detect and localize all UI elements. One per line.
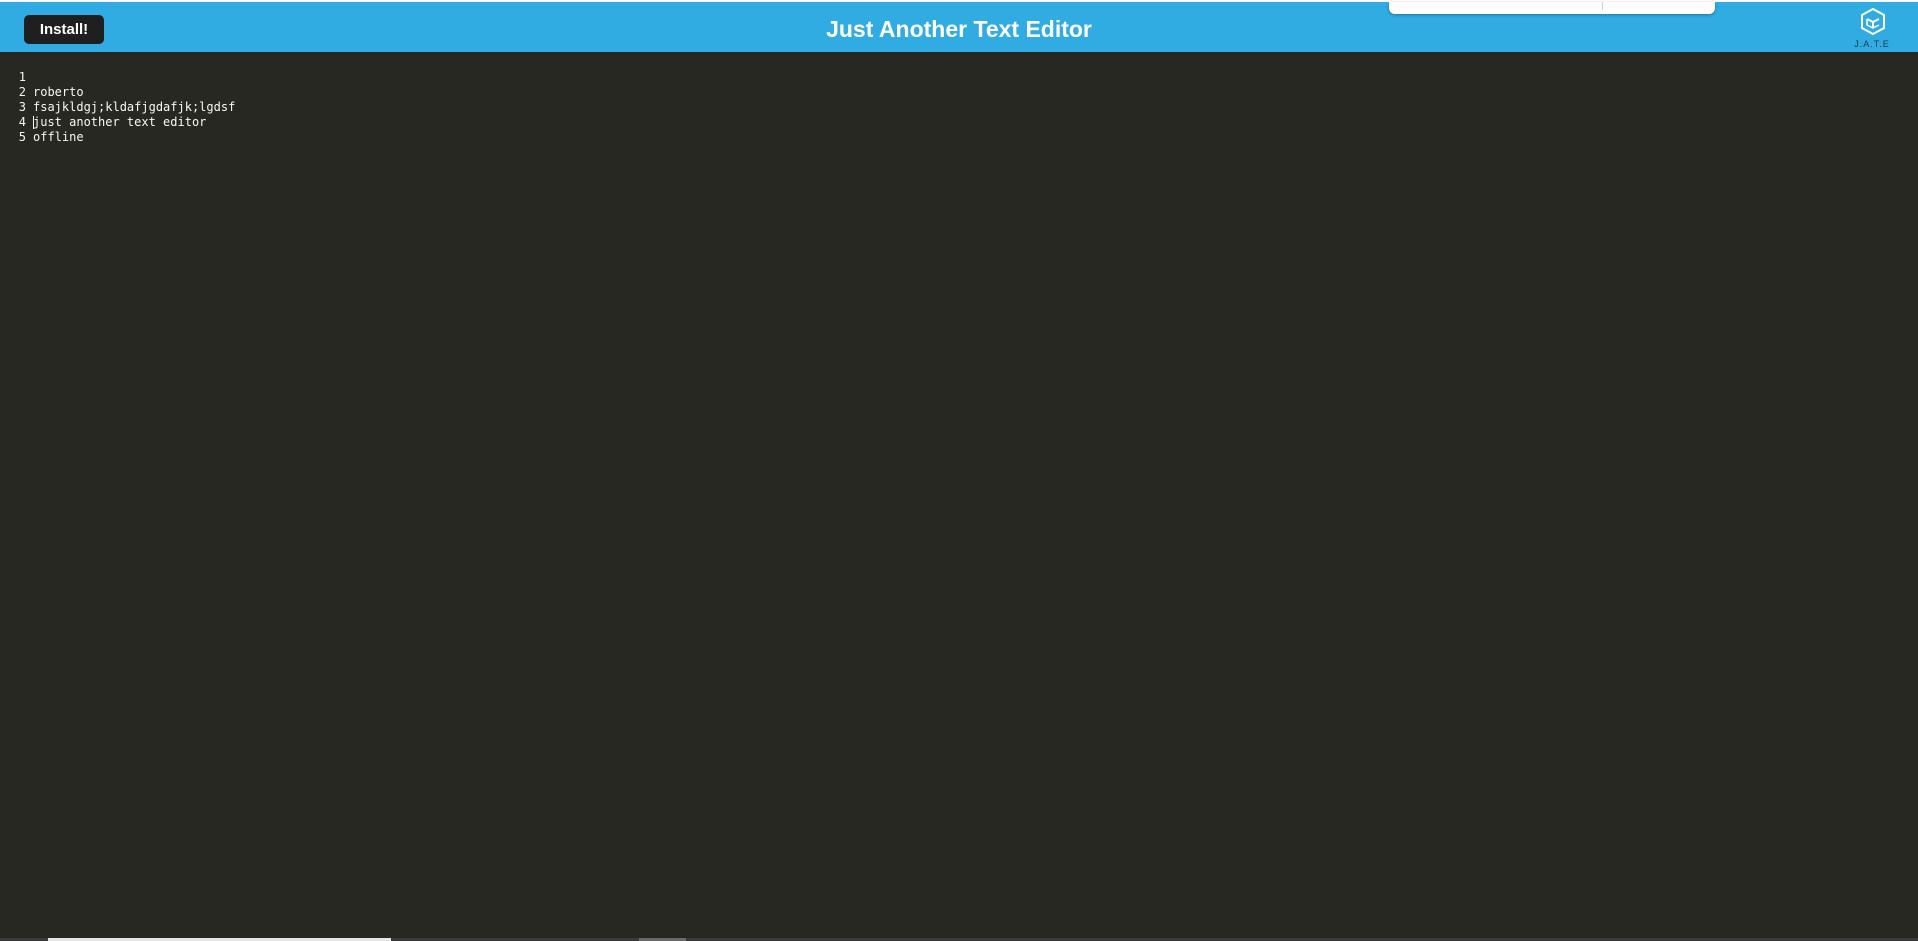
install-button[interactable]: Install! <box>24 15 104 44</box>
editor-lines[interactable]: 1 roberto 2 fsajkldgj;kldafjgdafjk;lgdsf… <box>0 55 236 144</box>
editor-line[interactable]: 2 fsajkldgj;kldafjgdafjk;lgdsf <box>0 70 236 114</box>
line-number: 5 <box>18 130 26 144</box>
editor-line[interactable]: 1 roberto <box>0 55 84 99</box>
logo-text: J.A.T.E <box>1854 39 1890 49</box>
cube-icon <box>1861 7 1885 36</box>
logo: J.A.T.E <box>1850 7 1894 53</box>
editor-line[interactable]: 3 just another text editor <box>0 85 207 129</box>
app-title: Just Another Text Editor <box>826 16 1092 42</box>
popup-divider <box>1602 2 1603 10</box>
line-text[interactable]: fsajkldgj;kldafjgdafjk;lgdsf <box>33 100 235 115</box>
editor-line[interactable]: 4 offline <box>0 100 84 144</box>
text-cursor <box>33 116 34 129</box>
app-header: Install! Just Another Text Editor J.A.T.… <box>0 0 1918 52</box>
line-text[interactable]: just another text editor <box>33 115 206 130</box>
code-editor[interactable]: 1 roberto 2 fsajkldgj;kldafjgdafjk;lgdsf… <box>0 52 1918 938</box>
editor-line[interactable]: 5 <box>0 115 43 144</box>
overlay-popup[interactable] <box>1389 2 1715 14</box>
